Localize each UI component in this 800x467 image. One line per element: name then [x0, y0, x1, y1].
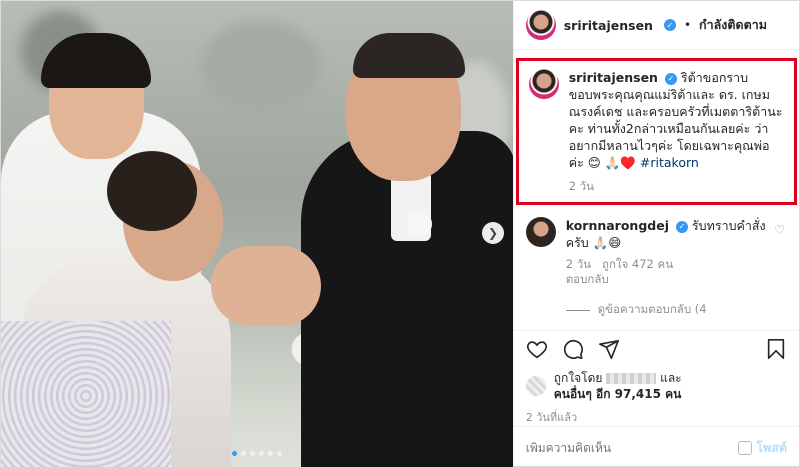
comment-input[interactable]: [525, 440, 739, 455]
background-blur: [201, 21, 321, 111]
liker-username-blurred[interactable]: [606, 373, 657, 384]
comments-section: sriritajensen ✓ ริต้าขอกราบขอบพระคุณคุณแ…: [514, 50, 799, 330]
carousel-dots: [1, 451, 513, 456]
comment-time[interactable]: 2 วัน: [566, 257, 591, 271]
commenter-username[interactable]: kornnarongdej: [566, 218, 669, 233]
post-date[interactable]: 2 วันที่แล้ว: [514, 402, 799, 426]
caption-row: sriritajensen ✓ ริต้าขอกราบขอบพระคุณคุณแ…: [528, 69, 784, 196]
likes-suffix: และ: [660, 371, 682, 385]
bookmark-icon[interactable]: [765, 338, 787, 364]
father-hair: [353, 33, 465, 78]
author-username[interactable]: sriritajensen: [564, 18, 653, 33]
view-replies-label: ดูข้อความตอบกลับ (4: [597, 302, 707, 316]
author-avatar[interactable]: [525, 10, 556, 40]
share-icon[interactable]: [598, 338, 620, 364]
replies-line: [565, 309, 590, 311]
likes-others[interactable]: คนอื่นๆ อีก 97,415 คน: [554, 387, 682, 401]
comment-text-block: kornnarongdej ✓ รับทราบคำสั่งครับ 🙏🏻😄: [566, 217, 769, 251]
boutonniere: [406, 211, 432, 237]
verified-icon: ✓: [675, 220, 688, 233]
emoji-icon[interactable]: [738, 440, 753, 455]
post-side-panel: sriritajensen ✓ • กำลังติดตาม sriritajen…: [512, 1, 799, 467]
carousel-dot: [240, 451, 246, 456]
header-separator: •: [683, 18, 692, 32]
liker-avatar[interactable]: [525, 376, 546, 396]
heart-icon[interactable]: ♡: [774, 223, 785, 237]
carousel-dot: [249, 451, 255, 456]
instagram-post: ❯ sriritajensen ✓ • กำลังติดตาม sriritaj…: [0, 0, 800, 467]
carousel-dot: [231, 451, 237, 456]
chevron-right-icon[interactable]: ❯: [482, 222, 504, 244]
caption-avatar[interactable]: [528, 69, 559, 99]
likes-prefix: ถูกใจโดย: [553, 371, 603, 385]
caption-username[interactable]: sriritajensen: [569, 70, 658, 85]
bride-dress: [1, 321, 171, 467]
joined-hands: [211, 246, 321, 326]
highlighted-caption: sriritajensen ✓ ริต้าขอกราบขอบพระคุณคุณแ…: [515, 58, 797, 205]
bride-hair: [107, 151, 197, 231]
reply-button[interactable]: ตอบกลับ: [566, 272, 609, 286]
post-comment-button[interactable]: โพสต์: [756, 438, 787, 458]
post-photo[interactable]: ❯: [1, 1, 513, 467]
caption-time[interactable]: 2 วัน: [569, 178, 784, 196]
action-bar: [513, 330, 799, 370]
carousel-dot: [276, 451, 282, 456]
view-replies-button[interactable]: ดูข้อความตอบกลับ (4: [565, 301, 787, 319]
following-button[interactable]: กำลังติดตาม: [699, 15, 767, 35]
commenter-avatar[interactable]: [525, 217, 556, 247]
verified-icon: ✓: [664, 72, 677, 85]
heart-icon[interactable]: [526, 338, 548, 364]
likes-summary: ถูกใจโดย และ คนอื่นๆ อีก 97,415 คน: [514, 370, 799, 402]
add-comment-bar: โพสต์: [513, 426, 799, 467]
likes-text: ถูกใจโดย และ คนอื่นๆ อีก 97,415 คน: [554, 370, 682, 402]
hashtag-link[interactable]: #ritakorn: [640, 155, 699, 170]
carousel-dot: [258, 451, 264, 456]
comment-icon[interactable]: [562, 338, 584, 364]
comment-likes[interactable]: ถูกใจ 472 คน: [602, 257, 673, 271]
post-header: sriritajensen ✓ • กำลังติดตาม: [513, 1, 799, 50]
verified-icon: ✓: [663, 19, 676, 31]
comment-meta: 2 วัน ถูกใจ 472 คน ตอบกลับ: [566, 257, 769, 287]
caption-text-block: sriritajensen ✓ ริต้าขอกราบขอบพระคุณคุณแ…: [569, 69, 784, 171]
comment-item: kornnarongdej ✓ รับทราบคำสั่งครับ 🙏🏻😄 2 …: [525, 217, 787, 287]
carousel-dot: [267, 451, 273, 456]
